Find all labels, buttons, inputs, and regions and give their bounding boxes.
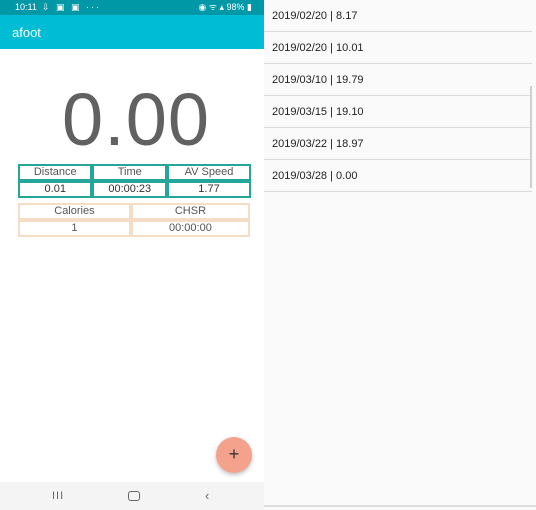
header-time: Time [92,164,168,181]
table-value-row: 0.01 00:00:23 1.77 [18,181,251,198]
app-title: afoot [12,25,41,40]
value-calories: 1 [18,220,131,237]
tracker-screen: 10:11 ⇩ ▣ ▣ ··· ◉ ᯤ ▴ 98% ▮ afoot 0.00 D… [0,0,264,510]
list-item[interactable]: 2019/02/20 | 8.17 [264,0,532,32]
divider [264,505,536,507]
add-button[interactable]: + [216,437,252,473]
home-button[interactable] [128,491,140,501]
header-distance: Distance [18,164,93,181]
recent-apps-button[interactable]: III [52,488,64,504]
list-item[interactable]: 2019/02/20 | 10.01 [264,32,532,64]
status-bar: 10:11 ⇩ ▣ ▣ ··· ◉ ᯤ ▴ 98% ▮ [0,0,264,15]
list-item[interactable]: 2019/03/10 | 19.79 [264,64,532,96]
plus-icon: + [228,444,240,464]
list-item[interactable]: 2019/03/28 | 0.00 [264,160,532,192]
value-time: 00:00:23 [92,181,168,198]
speed-readout: 0.00 [61,78,211,161]
value-av-speed: 1.77 [167,181,251,198]
table-value-row: 1 00:00:00 [18,220,250,237]
header-calories: Calories [18,203,131,220]
notification-icons: ⇩ ▣ ▣ ··· [42,2,102,12]
scrollbar[interactable] [530,86,532,188]
stats-table-secondary: Calories CHSR 1 00:00:00 [18,203,250,237]
history-screen: 2019/02/20 | 8.17 2019/02/20 | 10.01 201… [264,0,536,510]
value-distance: 0.01 [18,181,93,198]
stats-table-primary: Distance Time AV Speed 0.01 00:00:23 1.7… [18,164,251,198]
status-right-icons: ◉ ᯤ ▴ 98% ▮ [198,2,252,12]
app-bar: afoot [0,15,264,49]
status-time: 10:11 [15,2,37,12]
list-item[interactable]: 2019/03/22 | 18.97 [264,128,532,160]
header-chsr: CHSR [130,203,250,220]
back-button[interactable]: ‹ [205,488,209,504]
value-chsr: 00:00:00 [130,220,250,237]
header-av-speed: AV Speed [167,164,251,181]
table-header-row: Calories CHSR [18,203,250,220]
list-item[interactable]: 2019/03/15 | 19.10 [264,96,532,128]
table-header-row: Distance Time AV Speed [18,164,251,181]
system-nav-bar: III ‹ [0,482,264,510]
